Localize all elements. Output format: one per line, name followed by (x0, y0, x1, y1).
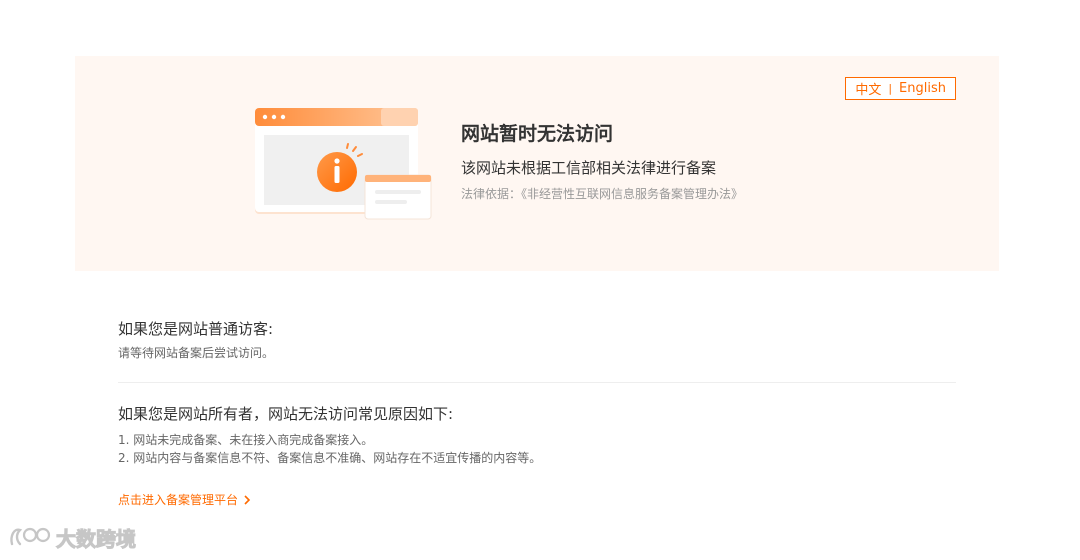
page-title: 网站暂时无法访问 (461, 123, 614, 145)
language-switch: 中文 | English (845, 77, 956, 100)
visitor-section-title: 如果您是网站普通访客: (118, 320, 274, 338)
visitor-section-text: 请等待网站备案后尝试访问。 (118, 346, 275, 360)
watermark: 大数跨境 (8, 522, 137, 552)
reason-list: 1. 网站未完成备案、未在接入商完成备案接入。 2. 网站内容与备案信息不符、备… (118, 431, 956, 467)
filing-platform-link-label: 点击进入备案管理平台 (118, 493, 239, 507)
page: 中文 | English 网站暂时无法访问 该网站未根据工信部相关法律进行备案 … (0, 0, 1080, 560)
reason-item: 2. 网站内容与备案信息不符、备案信息不准确、网站存在不适宜传播的内容等。 (118, 451, 542, 465)
reason-item: 1. 网站未完成备案、未在接入商完成备案接入。 (118, 433, 374, 447)
chevron-right-icon (244, 494, 251, 505)
lang-chinese-link[interactable]: 中文 (855, 79, 881, 98)
main-content: 如果您是网站普通访客: 请等待网站备案后尝试访问。 如果您是网站所有者，网站无法… (118, 318, 956, 508)
law-basis-text: 法律依据：《非经营性互联网信息服务备案管理办法》 (461, 187, 744, 201)
owner-section-title: 如果您是网站所有者，网站无法访问常见原因如下: (118, 405, 454, 423)
page-subtitle: 该网站未根据工信部相关法律进行备案 (461, 159, 717, 177)
logo-icon (10, 527, 51, 546)
notice-banner: 中文 | English 网站暂时无法访问 该网站未根据工信部相关法律进行备案 … (75, 56, 999, 271)
browser-warning-illustration (255, 108, 432, 220)
filing-platform-link[interactable]: 点击进入备案管理平台 (118, 491, 251, 508)
banner-text-block: 网站暂时无法访问 该网站未根据工信部相关法律进行备案 法律依据：《非经营性互联网… (461, 122, 743, 202)
watermark-text: 大数跨境 (56, 526, 137, 551)
section-divider (118, 382, 956, 383)
lang-english-link[interactable]: English (899, 81, 946, 96)
lang-separator: | (888, 82, 893, 95)
